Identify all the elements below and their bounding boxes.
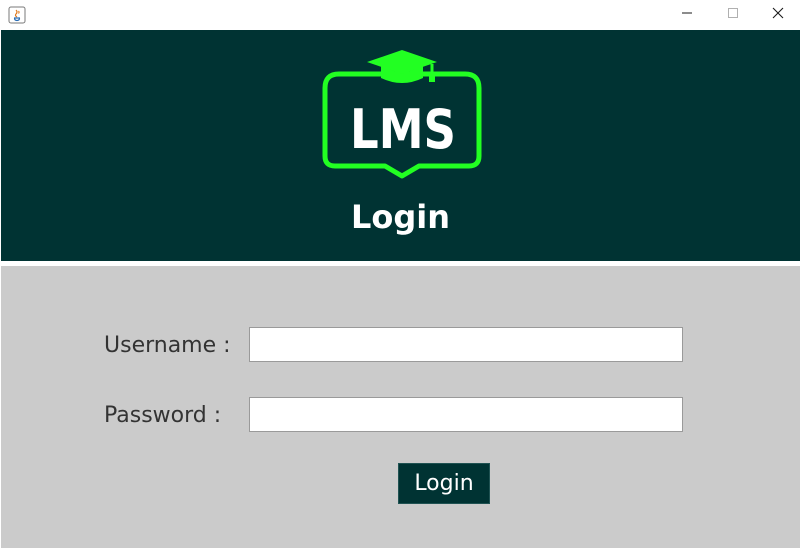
password-label: Password : bbox=[104, 403, 222, 428]
java-icon bbox=[8, 6, 26, 24]
login-window: LMS Login Username : Password : Login bbox=[0, 0, 801, 548]
close-icon bbox=[772, 6, 784, 24]
maximize-button[interactable] bbox=[710, 0, 756, 30]
lms-logo: LMS bbox=[319, 48, 485, 180]
page-title: Login bbox=[350, 198, 451, 236]
minimize-icon bbox=[681, 6, 693, 24]
username-label: Username : bbox=[104, 333, 231, 358]
maximize-icon bbox=[727, 6, 739, 24]
close-button[interactable] bbox=[755, 0, 801, 30]
title-bar[interactable] bbox=[0, 0, 801, 30]
login-button[interactable]: Login bbox=[398, 463, 490, 504]
minimize-button[interactable] bbox=[664, 0, 710, 30]
graduation-cap-icon bbox=[367, 50, 437, 83]
username-input[interactable] bbox=[249, 327, 683, 362]
svg-text:LMS: LMS bbox=[350, 98, 456, 161]
header-panel: LMS Login bbox=[1, 30, 800, 261]
bottom-edge bbox=[0, 542, 801, 548]
password-input[interactable] bbox=[249, 397, 683, 432]
